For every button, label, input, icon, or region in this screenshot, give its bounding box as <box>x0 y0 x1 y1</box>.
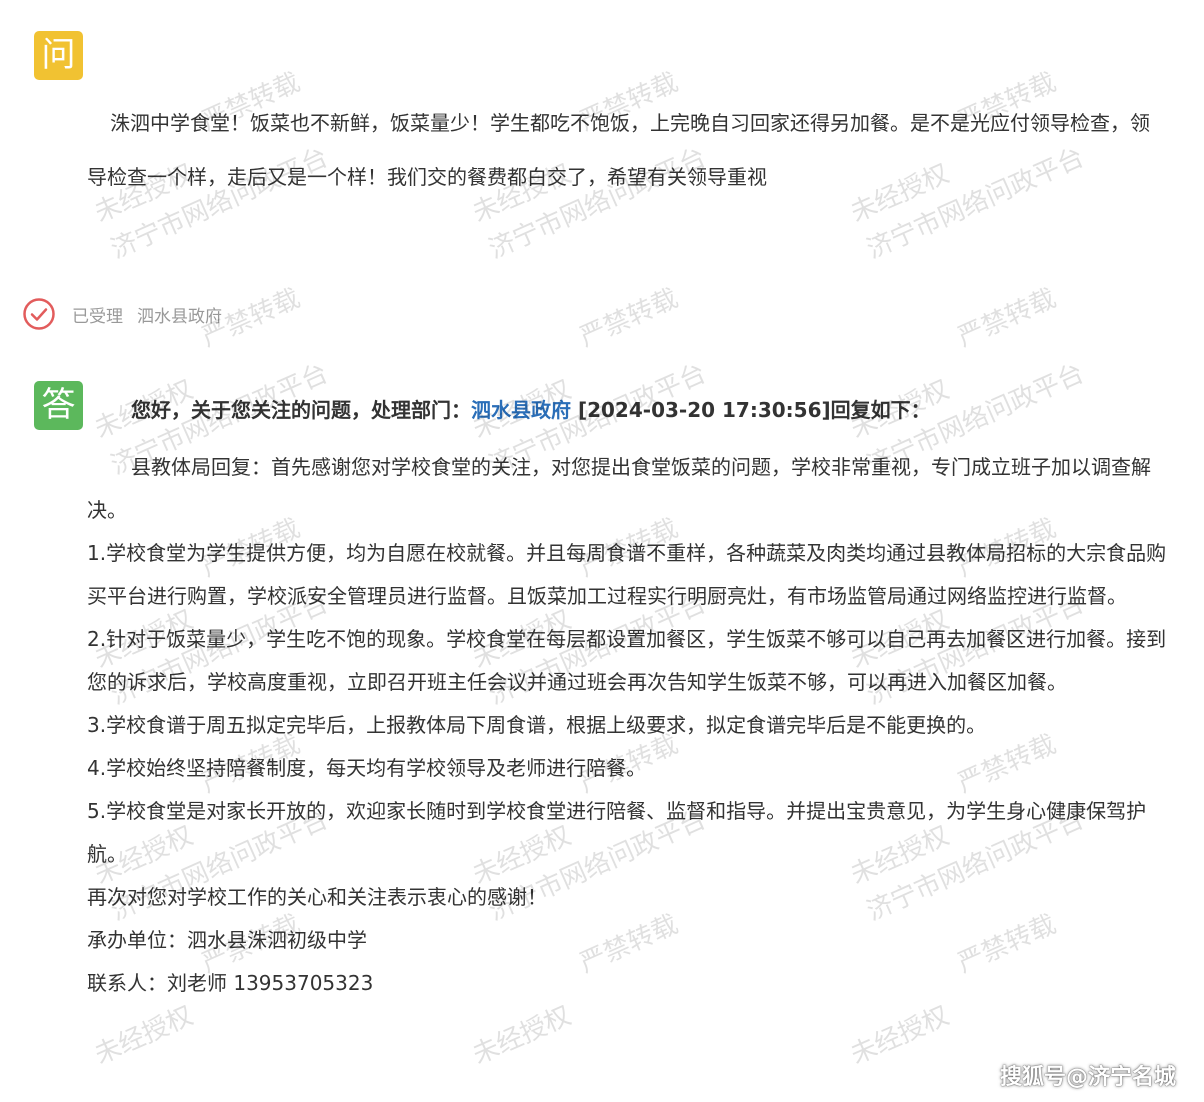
footer-brand: 搜狐号@济宁名城 <box>999 1065 1176 1090</box>
watermark-line: 未经授权 <box>846 374 954 445</box>
check-circle-icon <box>23 298 55 330</box>
reply-paragraph: 3.学校食谱于周五拟定完毕后，上报教体局下周食谱，根据上级要求，拟定食谱完毕后是… <box>87 713 987 737</box>
reply-header-suffix: [2024-03-20 17:30:56]回复如下： <box>571 398 931 422</box>
reply-paragraph: 1.学校食堂为学生提供方便，均为自愿在校就餐。并且每周食谱不重样，各种蔬菜及肉类… <box>87 541 1167 608</box>
answer-badge: 答 <box>34 381 83 430</box>
reply-paragraph: 2.针对于饭菜量少，学生吃不饱的现象。学校食堂在每层都设置加餐区，学生饭菜不够可… <box>87 627 1167 694</box>
question-text: 洙泗中学食堂！饭菜也不新鲜，饭菜量少！学生都吃不饱饭，上完晚自习回家还得另加餐。… <box>87 111 1150 189</box>
reply-paragraph: 联系人：刘老师 13953705323 <box>87 971 374 995</box>
reply-paragraph: 4.学校始终坚持陪餐制度，每天均有学校领导及老师进行陪餐。 <box>87 756 647 780</box>
status-label: 已受理 <box>72 306 123 327</box>
status-department: 泗水县政府 <box>137 306 222 327</box>
reply-paragraph: 5.学校食堂是对家长开放的，欢迎家长随时到学校食堂进行陪餐、监督和指导。并提出宝… <box>87 799 1147 866</box>
watermark-line: 未经授权 <box>90 374 198 445</box>
reply-paragraph: 县教体局回复：首先感谢您对学校食堂的关注，对您提出食堂饭菜的问题，学校非常重视，… <box>87 455 1151 522</box>
question-badge: 问 <box>34 31 83 80</box>
department-link[interactable]: 泗水县政府 <box>471 398 571 422</box>
reply-body: 县教体局回复：首先感谢您对学校食堂的关注，对您提出食堂饭菜的问题，学校非常重视，… <box>87 446 1169 1005</box>
watermark-line: 未经授权 <box>468 374 576 445</box>
status-row: 已受理 泗水县政府 <box>22 296 222 332</box>
reply-paragraph: 承办单位：泗水县洙泗初级中学 <box>87 928 367 952</box>
reply-paragraph: 再次对您对学校工作的关心和关注表示衷心的感谢！ <box>87 885 547 909</box>
reply-header: 您好，关于您关注的问题，处理部门：泗水县政府 [2024-03-20 17:30… <box>131 392 931 428</box>
reply-header-prefix: 您好，关于您关注的问题，处理部门： <box>131 398 471 422</box>
